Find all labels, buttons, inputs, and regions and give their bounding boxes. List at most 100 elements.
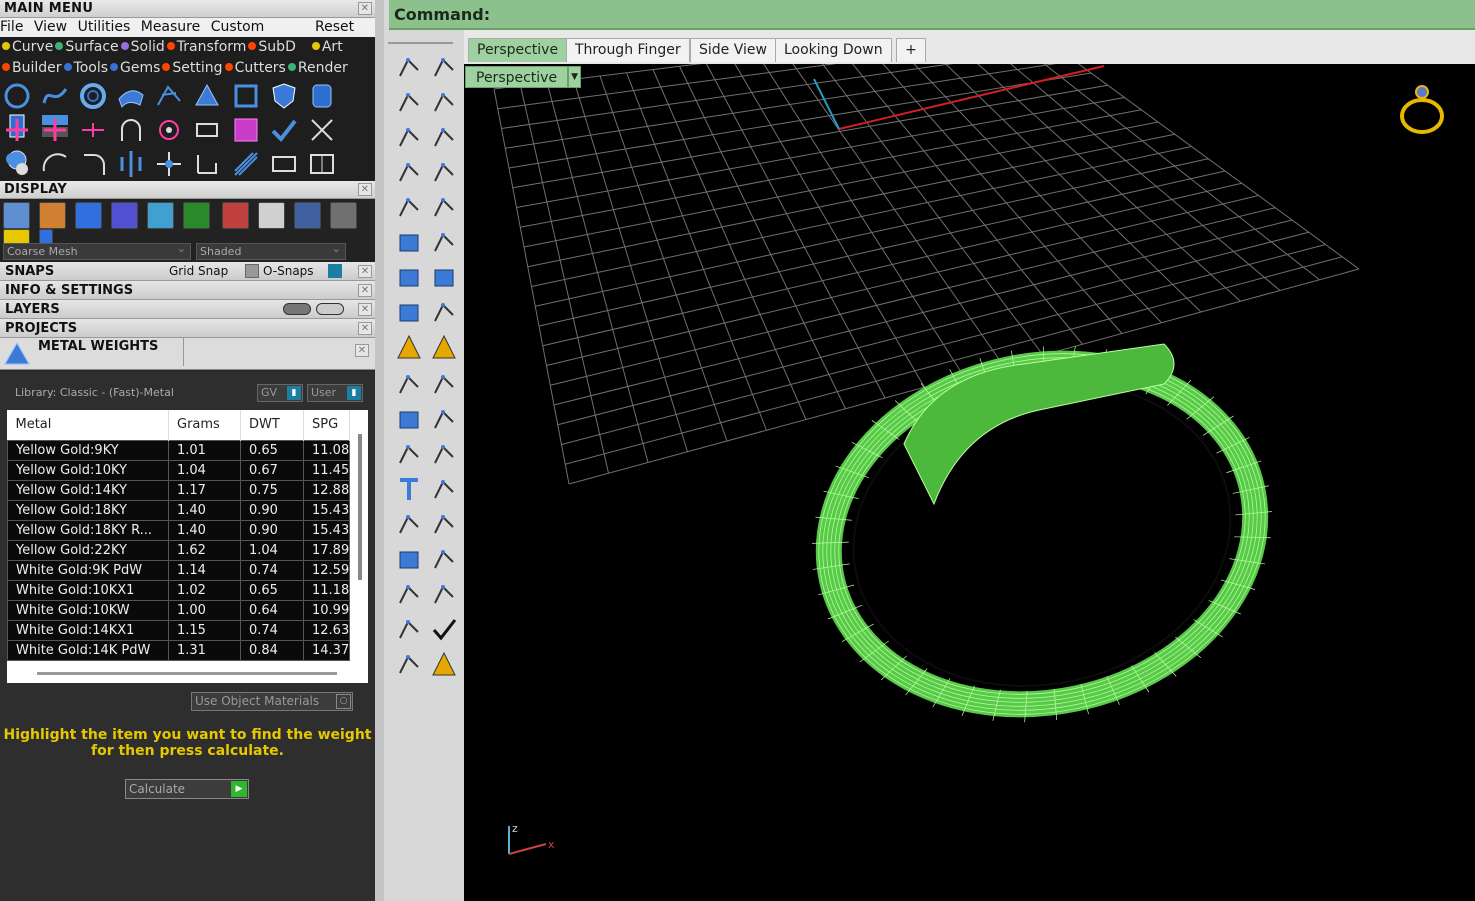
category-gems[interactable]: Gems bbox=[110, 60, 160, 76]
snaps-header[interactable]: SNAPS Grid Snap O-Snaps ✕ bbox=[0, 262, 375, 281]
table-row[interactable]: Yellow Gold:18KY R... 1.40 0.90 15.43 bbox=[7, 519, 351, 541]
col-dwt[interactable]: DWT bbox=[240, 410, 304, 440]
layers-header[interactable]: LAYERS ✕ bbox=[0, 300, 375, 319]
wireframe-icon[interactable] bbox=[3, 202, 30, 229]
category-tools[interactable]: Tools bbox=[63, 60, 108, 76]
info-settings-header[interactable]: INFO & SETTINGS ✕ bbox=[0, 281, 375, 300]
spheres-icon[interactable] bbox=[429, 262, 459, 292]
plus-cross-icon[interactable] bbox=[40, 115, 70, 145]
shapes-icon[interactable] bbox=[394, 649, 424, 679]
gv-toggle-icon[interactable]: ▮ bbox=[287, 386, 301, 400]
menu-measure[interactable]: Measure bbox=[141, 19, 201, 35]
col-spg[interactable]: SPG bbox=[303, 410, 351, 440]
prong-icon[interactable] bbox=[154, 115, 184, 145]
polygon-icon[interactable] bbox=[394, 157, 424, 187]
surface-icon[interactable] bbox=[116, 81, 146, 111]
sweep-icon[interactable] bbox=[429, 227, 459, 257]
menu-custom[interactable]: Custom bbox=[211, 19, 265, 35]
display-close-icon[interactable]: ✕ bbox=[358, 183, 372, 196]
cube-transform-icon[interactable] bbox=[394, 227, 424, 257]
table-row[interactable]: White Gold:14KX1 1.15 0.74 12.63 bbox=[7, 619, 351, 641]
material-icon[interactable] bbox=[221, 202, 249, 229]
main-menu-close-icon[interactable]: ✕ bbox=[358, 2, 372, 15]
add-tab-icon[interactable]: + bbox=[896, 38, 926, 62]
layer-visibility-icon[interactable] bbox=[283, 303, 311, 315]
dots-icon[interactable] bbox=[429, 404, 459, 434]
snaps-close-icon[interactable]: ✕ bbox=[358, 265, 372, 278]
gem-icon[interactable] bbox=[429, 649, 459, 679]
bezel-icon[interactable] bbox=[307, 81, 337, 111]
projects-header[interactable]: PROJECTS ✕ bbox=[0, 319, 375, 338]
gv-select[interactable]: GV ▮ bbox=[257, 384, 303, 402]
category-curve[interactable]: Curve bbox=[2, 39, 53, 55]
grid-display-icon[interactable] bbox=[183, 202, 211, 229]
plane-icon[interactable] bbox=[429, 297, 459, 327]
rendered-sphere-icon[interactable] bbox=[111, 202, 139, 229]
gold-ring-icon[interactable] bbox=[1400, 85, 1444, 134]
ghost-icon[interactable] bbox=[39, 202, 67, 229]
viewport-label[interactable]: Perspective ▼ bbox=[465, 66, 582, 88]
scatter-icon[interactable] bbox=[307, 115, 337, 145]
user-toggle-icon[interactable]: ▮ bbox=[347, 386, 361, 400]
curve-fillet-icon[interactable] bbox=[429, 192, 459, 222]
control-points-icon[interactable] bbox=[429, 87, 459, 117]
select-arrow-icon[interactable] bbox=[394, 52, 424, 82]
table-row[interactable]: Yellow Gold:22KY 1.62 1.04 17.89 bbox=[7, 539, 351, 561]
menu-utilities[interactable]: Utilities bbox=[78, 19, 131, 35]
heights-icon[interactable] bbox=[429, 544, 459, 574]
array-icon[interactable] bbox=[269, 149, 299, 179]
explode-icon[interactable] bbox=[394, 332, 424, 362]
tab-side-view[interactable]: Side View bbox=[690, 38, 776, 62]
scale-tool-icon[interactable] bbox=[429, 474, 459, 504]
tab-through-finger[interactable]: Through Finger bbox=[566, 38, 690, 62]
snap-toggle-icon[interactable] bbox=[328, 264, 342, 278]
menu-file[interactable]: File bbox=[0, 19, 23, 35]
vertical-scrollbar[interactable] bbox=[358, 434, 362, 580]
osnap-checkbox[interactable] bbox=[245, 264, 259, 278]
horizontal-scrollbar[interactable] bbox=[37, 672, 337, 675]
category-cutters[interactable]: Cutters bbox=[224, 60, 286, 76]
tab-looking-down[interactable]: Looking Down bbox=[775, 38, 892, 62]
offset-arc-icon[interactable] bbox=[429, 439, 459, 469]
calculate-button[interactable]: Calculate ▶ bbox=[125, 779, 249, 799]
flow-icon[interactable] bbox=[231, 149, 261, 179]
table-row[interactable]: White Gold:14K PdW 1.31 0.84 14.37 bbox=[7, 639, 351, 661]
category-builder[interactable]: Builder bbox=[2, 60, 62, 76]
menu-view[interactable]: View bbox=[34, 19, 67, 35]
hexagon-icon[interactable] bbox=[394, 192, 424, 222]
xray-icon[interactable] bbox=[147, 202, 175, 229]
circle-measure-icon[interactable] bbox=[394, 122, 424, 152]
frame-icon[interactable] bbox=[231, 81, 261, 111]
ring-icon[interactable] bbox=[78, 81, 108, 111]
table-row[interactable]: Yellow Gold:18KY 1.40 0.90 15.43 bbox=[7, 499, 351, 521]
osnaps-toggle[interactable]: O-Snaps bbox=[263, 262, 314, 281]
col-metal[interactable]: Metal bbox=[7, 410, 169, 440]
cone-icon[interactable] bbox=[192, 81, 222, 111]
category-transform[interactable]: Transform bbox=[166, 39, 246, 55]
arc-tool-icon[interactable] bbox=[394, 439, 424, 469]
check-tool-icon[interactable] bbox=[269, 115, 299, 145]
rectangle-icon[interactable] bbox=[429, 157, 459, 187]
matte-sphere-icon[interactable] bbox=[257, 202, 285, 229]
table-row[interactable]: White Gold:10KX1 1.02 0.65 11.18 bbox=[7, 579, 351, 601]
fillet-icon[interactable] bbox=[78, 149, 108, 179]
ring-model[interactable] bbox=[785, 313, 1299, 755]
slice-icon[interactable] bbox=[429, 369, 459, 399]
user-select[interactable]: User ▮ bbox=[307, 384, 363, 402]
reset-button[interactable]: Reset bbox=[315, 18, 354, 37]
col-grams[interactable]: Grams bbox=[168, 410, 241, 440]
plus-icon[interactable] bbox=[2, 115, 32, 145]
link-icon[interactable] bbox=[192, 115, 222, 145]
freeform-curve-icon[interactable] bbox=[40, 81, 70, 111]
grid-dots-icon[interactable] bbox=[394, 579, 424, 609]
use-object-materials-toggle-icon[interactable]: ○ bbox=[336, 694, 351, 709]
split-icon[interactable] bbox=[78, 115, 108, 145]
category-setting[interactable]: Setting bbox=[162, 60, 223, 76]
group-icon[interactable] bbox=[2, 149, 32, 179]
circle-curve-icon[interactable] bbox=[2, 81, 32, 111]
array-grid-icon[interactable] bbox=[394, 509, 424, 539]
move-icon[interactable] bbox=[154, 149, 184, 179]
table-row[interactable]: Yellow Gold:14KY 1.17 0.75 12.88 bbox=[7, 479, 351, 501]
polyline-icon[interactable] bbox=[394, 87, 424, 117]
ellipse-icon[interactable] bbox=[429, 122, 459, 152]
